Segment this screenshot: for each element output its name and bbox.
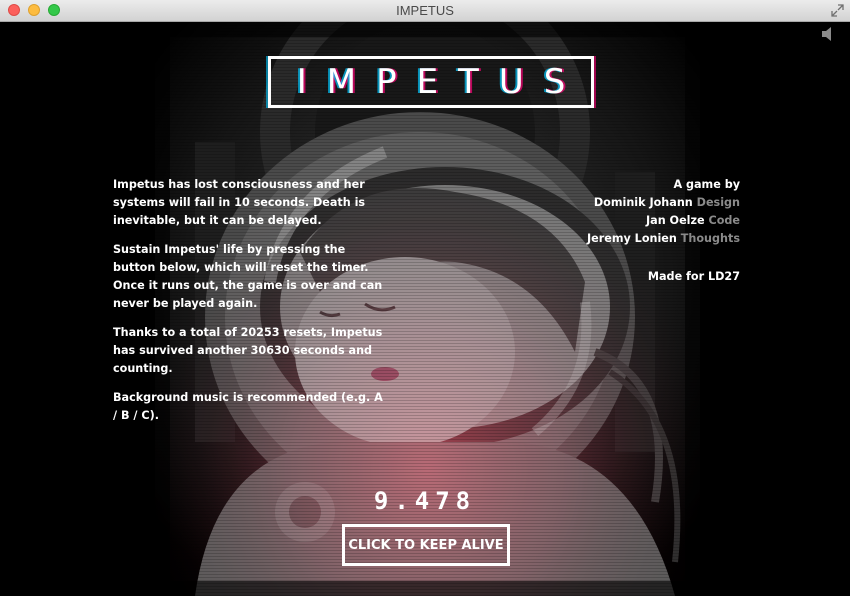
game-logo: IMPETUS bbox=[268, 56, 594, 108]
credit-role: Code bbox=[708, 214, 741, 227]
made-for-label: Made for LD27 bbox=[647, 270, 740, 283]
credit-name: Jeremy Lonien bbox=[586, 232, 677, 245]
game-area: IMPETUS Impetus has lost consciousness a… bbox=[0, 22, 850, 596]
window-titlebar: IMPETUS bbox=[0, 0, 850, 22]
credits-heading: A game by bbox=[673, 178, 740, 191]
intro-paragraph: Impetus has lost consciousness and her s… bbox=[113, 178, 366, 227]
credit-line: Dominik Johann Design bbox=[587, 194, 740, 212]
credit-role: Thoughts bbox=[680, 232, 740, 245]
speaker-icon[interactable] bbox=[820, 25, 838, 43]
stats-paragraph: Thanks to a total of 20253 resets, Impet… bbox=[113, 326, 383, 375]
logo-text: IMPETUS bbox=[296, 62, 586, 102]
credit-line: Jeremy Lonien Thoughts bbox=[587, 230, 740, 248]
credit-role: Design bbox=[696, 196, 740, 209]
credit-line: Jan Oelze Code bbox=[587, 212, 740, 230]
fullscreen-icon[interactable] bbox=[831, 4, 844, 17]
keep-alive-button[interactable]: CLICK TO KEEP ALIVE bbox=[342, 524, 510, 566]
intro-text: Impetus has lost consciousness and her s… bbox=[113, 176, 383, 436]
credit-name: Dominik Johann bbox=[593, 196, 693, 209]
countdown-timer: 9.478 bbox=[373, 487, 477, 515]
credit-name: Jan Oelze bbox=[645, 214, 705, 227]
window-title: IMPETUS bbox=[396, 3, 454, 18]
intro-paragraph: Sustain Impetus' life by pressing the bu… bbox=[113, 243, 383, 310]
music-paragraph: Background music is recommended (e.g. A … bbox=[113, 391, 383, 422]
credits: A game by Dominik Johann Design Jan Oelz… bbox=[587, 176, 740, 286]
